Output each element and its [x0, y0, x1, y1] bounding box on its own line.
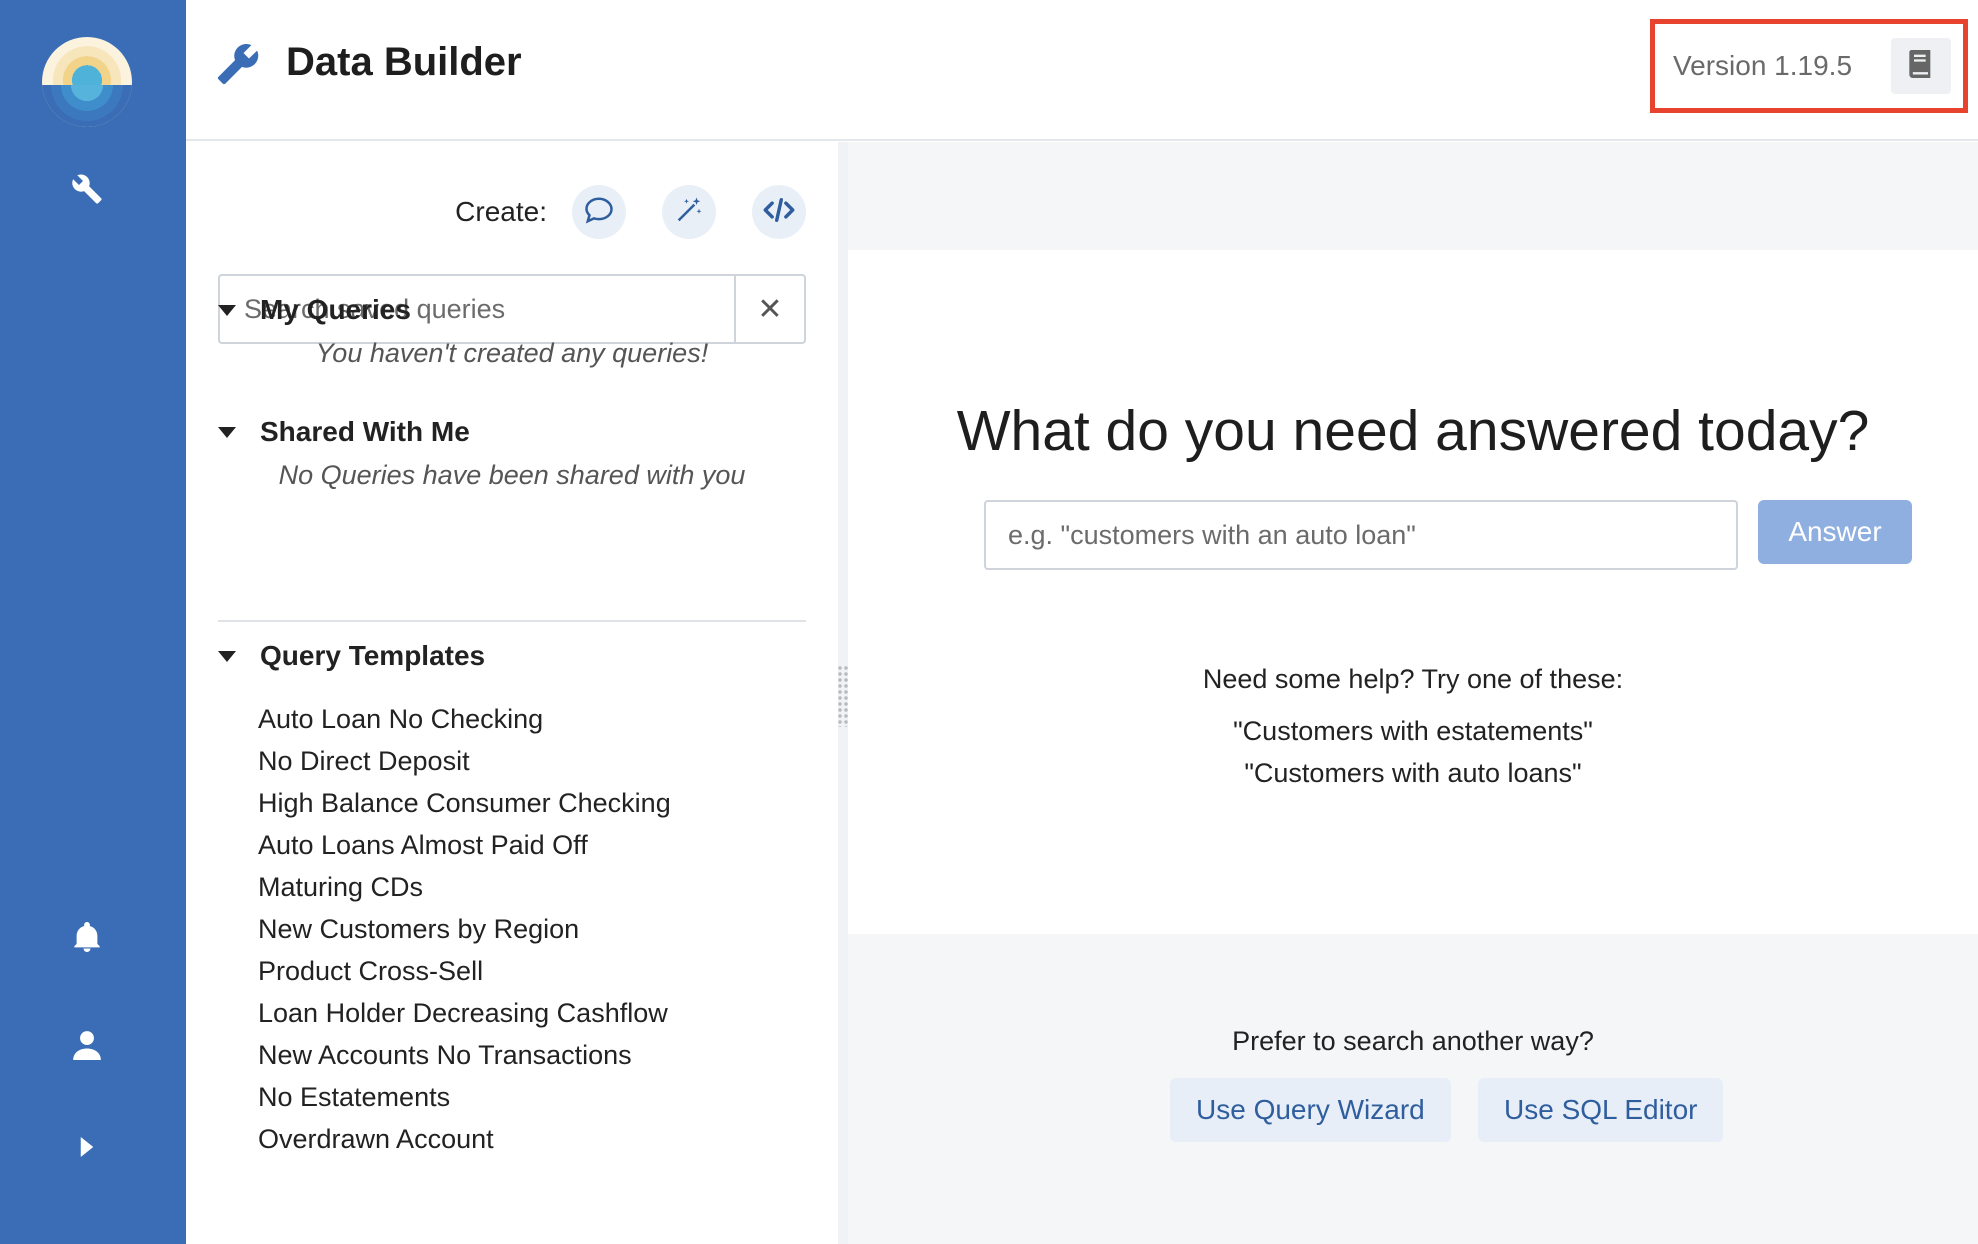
- wrench-icon[interactable]: [66, 168, 108, 210]
- template-item[interactable]: Overdrawn Account: [258, 1118, 671, 1160]
- shared-empty: No Queries have been shared with you: [278, 460, 746, 490]
- close-icon: ✕: [757, 292, 783, 326]
- version-label: Version 1.19.5: [1673, 50, 1853, 81]
- main-question: What do you need answered today?: [956, 399, 1870, 463]
- sql-editor-button[interactable]: Use SQL Editor: [1478, 1078, 1724, 1142]
- version-info: Version 1.19.5: [1650, 19, 1968, 113]
- create-chat-button[interactable]: [572, 185, 626, 239]
- code-icon: [763, 196, 795, 229]
- prefer-text: Prefer to search another way?: [1232, 1026, 1594, 1056]
- chevron-right-icon[interactable]: [66, 1126, 108, 1168]
- create-sql-button[interactable]: [752, 185, 806, 239]
- shared-title: Shared With Me: [260, 416, 470, 447]
- query-wizard-button[interactable]: Use Query Wizard: [1170, 1078, 1451, 1142]
- template-list: Auto Loan No Checking No Direct Deposit …: [258, 698, 671, 1160]
- question-input[interactable]: [984, 500, 1738, 570]
- template-item[interactable]: High Balance Consumer Checking: [258, 782, 671, 824]
- bell-icon[interactable]: [66, 916, 108, 958]
- create-toolbar: Create:: [186, 185, 806, 239]
- saved-queries-panel: Create: ✕ My Queries You haven't created…: [186, 142, 838, 1244]
- app-logo[interactable]: [42, 37, 132, 127]
- clear-search-button[interactable]: ✕: [734, 276, 804, 342]
- main-area: What do you need answered today? Answer …: [848, 142, 1978, 1244]
- caret-down-icon: [218, 650, 236, 662]
- template-item[interactable]: Auto Loans Almost Paid Off: [258, 824, 671, 866]
- my-queries-title: My Queries: [260, 294, 411, 325]
- create-wizard-button[interactable]: [662, 185, 716, 239]
- help-title: Need some help? Try one of these:: [1202, 664, 1624, 694]
- caret-down-icon: [218, 304, 236, 316]
- example-query[interactable]: "Customers with estatements": [848, 716, 1978, 747]
- app-header: Data Builder Version 1.19.5: [186, 0, 1978, 141]
- caret-down-icon: [218, 426, 236, 438]
- sidebar: [0, 0, 186, 1244]
- divider: [218, 620, 806, 622]
- example-query[interactable]: "Customers with auto loans": [848, 758, 1978, 789]
- template-item[interactable]: New Customers by Region: [258, 908, 671, 950]
- magic-wand-icon: [674, 195, 704, 230]
- template-item[interactable]: New Accounts No Transactions: [258, 1034, 671, 1076]
- template-item[interactable]: Maturing CDs: [258, 866, 671, 908]
- answer-button[interactable]: Answer: [1758, 500, 1912, 564]
- templates-header[interactable]: Query Templates: [218, 640, 485, 672]
- answer-card: What do you need answered today? Answer …: [848, 250, 1978, 934]
- shared-header[interactable]: Shared With Me: [218, 416, 470, 448]
- template-item[interactable]: Loan Holder Decreasing Cashflow: [258, 992, 671, 1034]
- my-queries-empty: You haven't created any queries!: [315, 338, 709, 368]
- template-item[interactable]: No Direct Deposit: [258, 740, 671, 782]
- book-icon: [1909, 49, 1933, 83]
- chat-bubble-icon: [584, 196, 614, 229]
- docs-button[interactable]: [1891, 38, 1951, 94]
- template-item[interactable]: Product Cross-Sell: [258, 950, 671, 992]
- template-item[interactable]: Auto Loan No Checking: [258, 698, 671, 740]
- user-icon[interactable]: [66, 1024, 108, 1066]
- my-queries-header[interactable]: My Queries: [218, 294, 411, 326]
- templates-title: Query Templates: [260, 640, 486, 671]
- page-title: Data Builder: [286, 40, 522, 84]
- template-item[interactable]: No Estatements: [258, 1076, 671, 1118]
- wrench-icon: [216, 42, 260, 86]
- create-label: Create:: [455, 196, 547, 227]
